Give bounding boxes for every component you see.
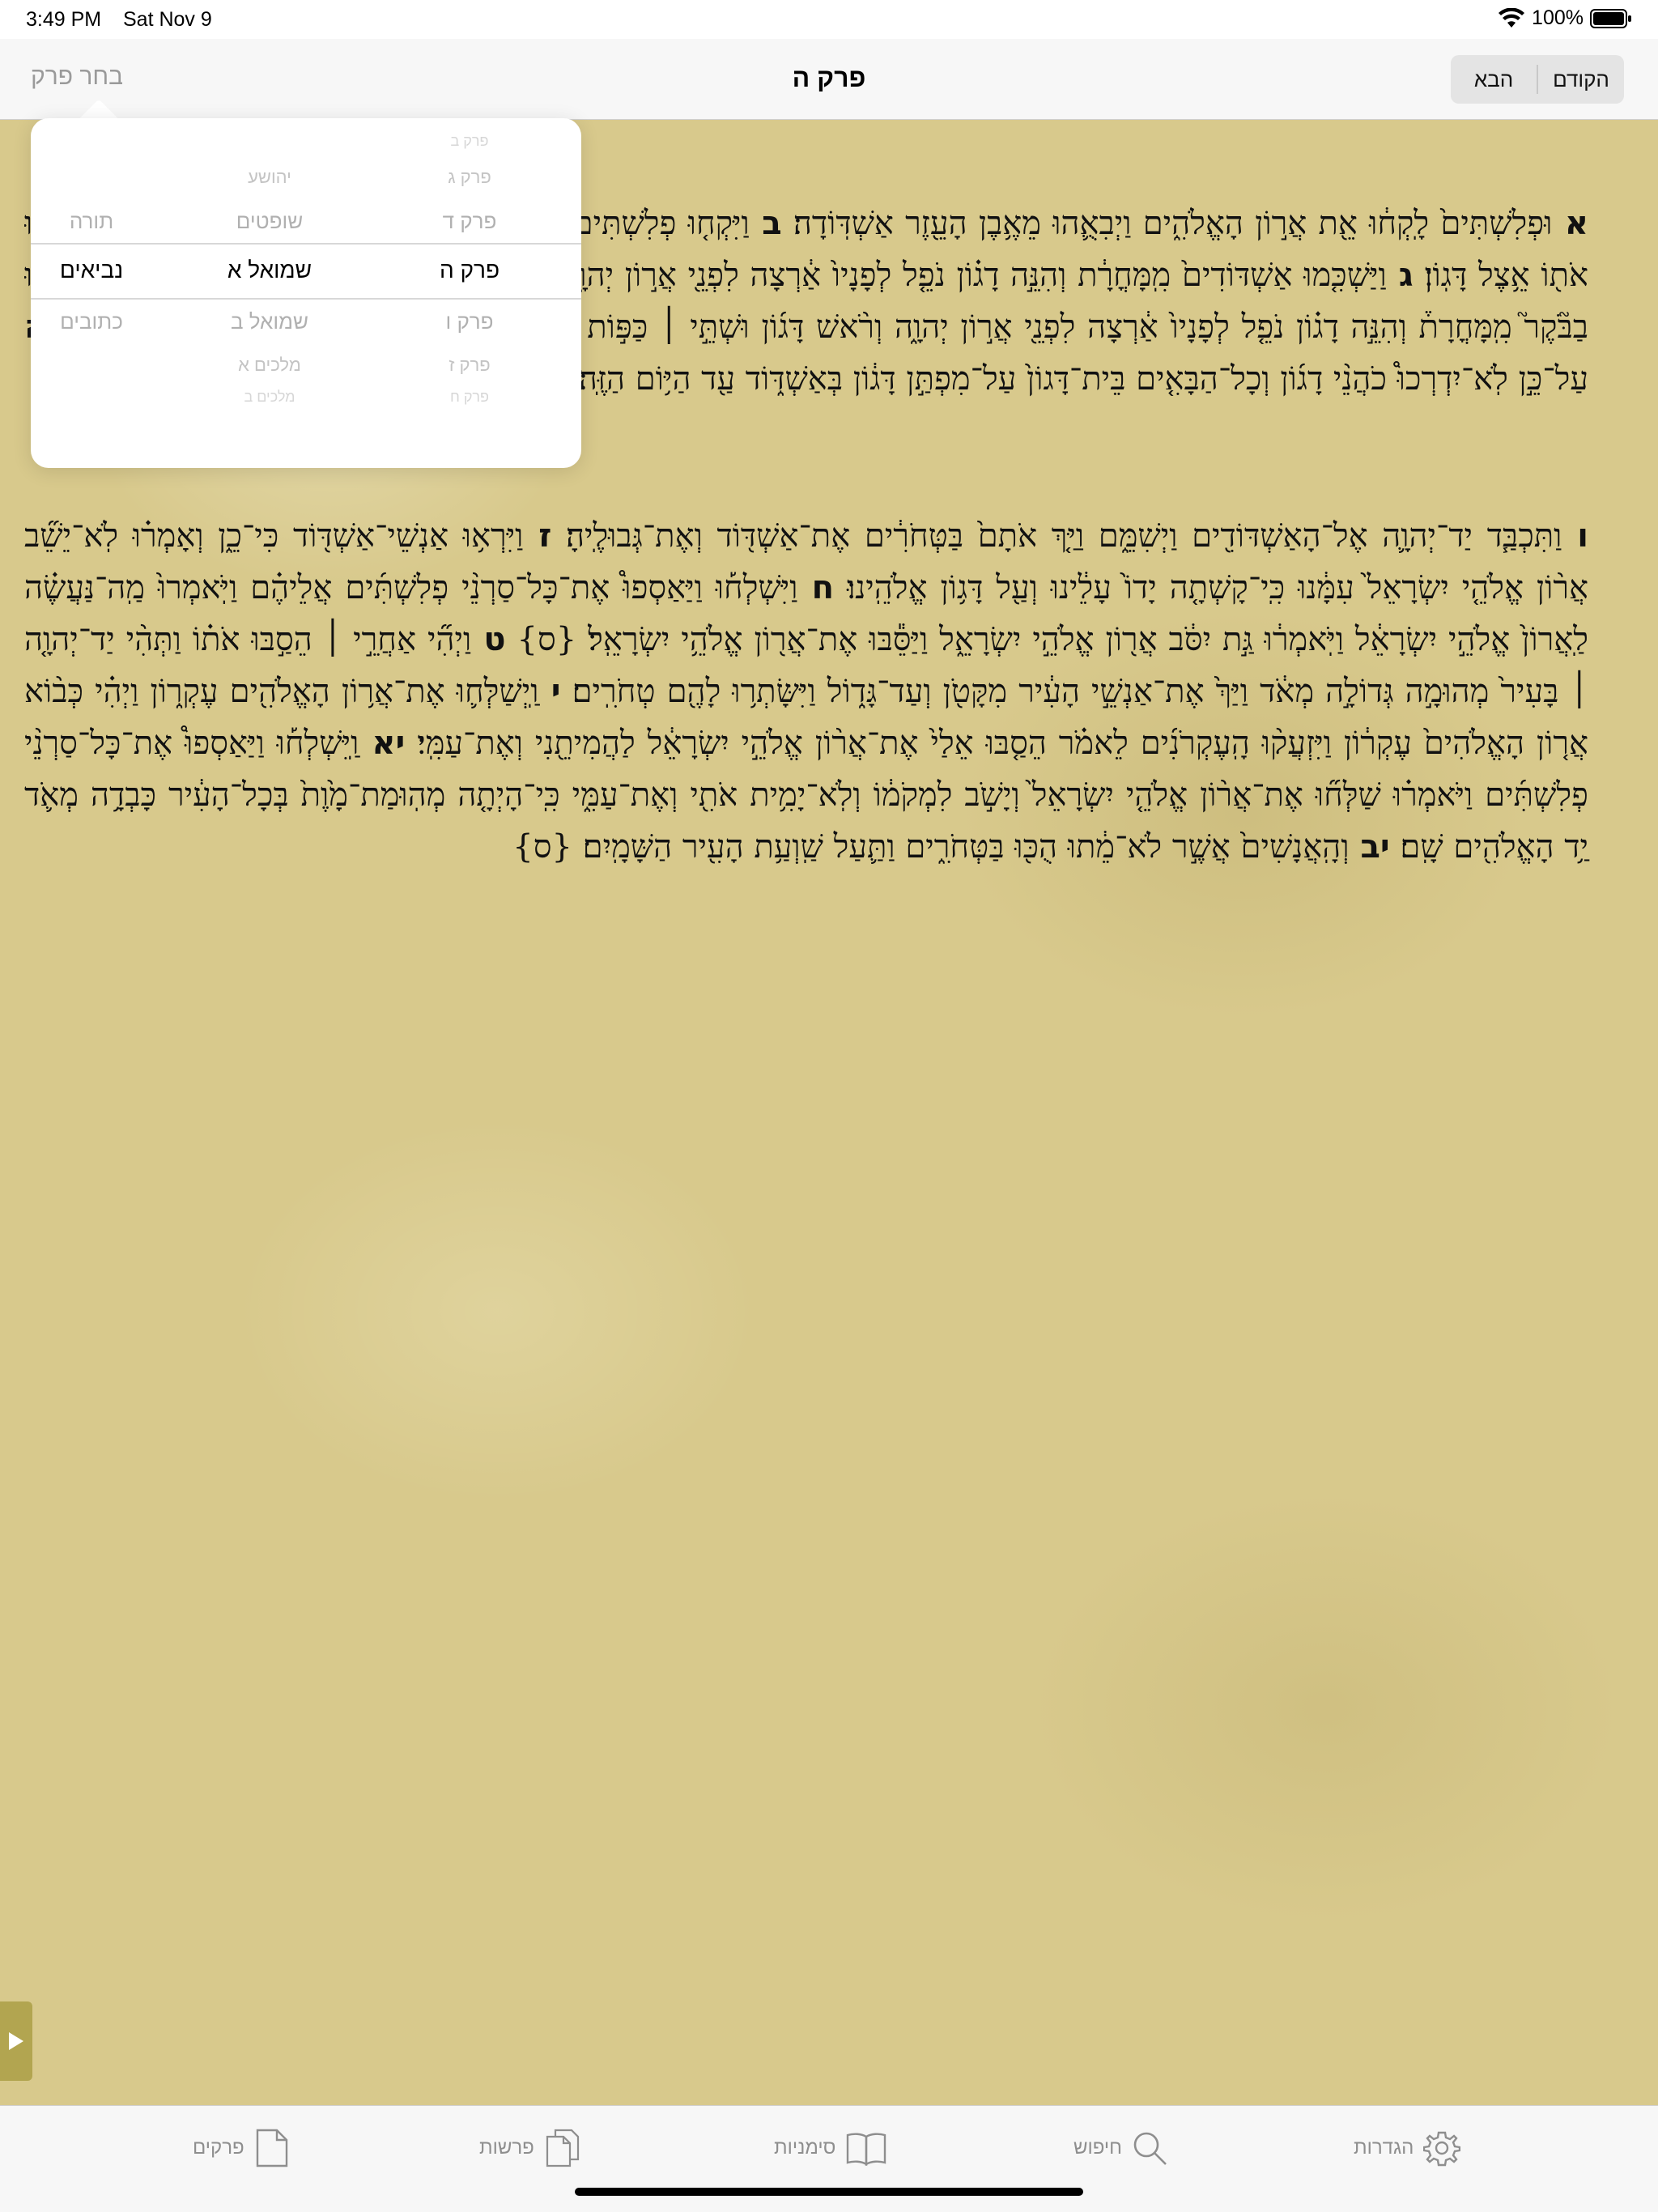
tab-chapters-label: פרקים — [193, 2137, 244, 2159]
document-icon — [256, 2129, 287, 2167]
picker-book-row[interactable]: מלכים ב — [185, 389, 355, 406]
verse-number: יב — [1349, 828, 1390, 866]
play-icon — [9, 2032, 23, 2050]
verse-number: י — [538, 673, 561, 710]
picker-section-row[interactable]: כתובים — [31, 309, 152, 334]
picker-section-row[interactable]: תורה — [31, 209, 152, 234]
picker-book-row[interactable]: מלכים א — [185, 355, 355, 376]
verse-text[interactable]: עַל־כֵּ֣ן לֹֽא־יִדְרְכוּ֩ כֹהֲנֵ֨י דָג֜ו… — [579, 360, 1588, 398]
verse-number: יא — [359, 725, 406, 762]
tab-settings[interactable]: הגדרות — [1354, 2124, 1461, 2172]
verse-number: ז — [523, 517, 552, 555]
verse-paragraph-2: ו וַתִּכְבַּ֧ד יַד־יְהוָ֛ה אֶל־הָאַשְׁדּ… — [24, 510, 1588, 873]
tab-bookmarks-label: סימניות — [774, 2137, 836, 2159]
book-icon — [847, 2133, 886, 2167]
picker-column-chapters[interactable]: פרק ב פרק ג פרק ד פרק ה פרק ו פרק ז פרק … — [389, 118, 551, 468]
tab-search-label: חיפוש — [1073, 2137, 1122, 2159]
tab-search[interactable]: חיפוש — [1073, 2124, 1169, 2172]
picker-chapter-row[interactable]: פרק ח — [389, 389, 551, 406]
status-date: Sat Nov 9 — [123, 8, 212, 31]
tab-portions-label: פרשות — [479, 2137, 534, 2159]
picker-book-row[interactable]: יהושע — [185, 167, 355, 188]
tab-bookmarks[interactable]: סימניות — [774, 2124, 887, 2172]
picker-column-books[interactable]: יהושע שופטים שמואל א שמואל ב מלכים א מלכ… — [185, 118, 355, 468]
verse-number: ב — [749, 205, 782, 242]
verse-number: ט — [471, 621, 506, 658]
tab-settings-label: הגדרות — [1354, 2137, 1414, 2159]
nav-bar: בחר פרק פרק ה הבא הקודם — [0, 39, 1658, 120]
status-right: 100% — [1498, 6, 1632, 30]
page-title: פרק ה — [792, 63, 866, 92]
status-time: 3:49 PM — [26, 8, 102, 31]
battery-percent: 100% — [1532, 6, 1584, 29]
picker-column-sections[interactable]: תורה נביאים כתובים — [31, 118, 152, 468]
battery-icon — [1590, 8, 1631, 28]
documents-icon — [546, 2129, 579, 2167]
picker-book-selected[interactable]: שמואל א — [185, 257, 355, 283]
verse-number: ו — [1562, 517, 1588, 555]
previous-button[interactable]: הקודם — [1538, 55, 1624, 104]
picker-chapter-row[interactable]: פרק ב — [389, 133, 551, 150]
wifi-icon — [1499, 7, 1525, 28]
verse-number: ג — [1386, 257, 1414, 294]
picker-book-row[interactable]: שופטים — [185, 209, 355, 234]
picker-chapter-row[interactable]: פרק ד — [389, 209, 551, 234]
verse-number: א — [1552, 205, 1588, 242]
picker-chapter-selected[interactable]: פרק ה — [389, 257, 551, 283]
tab-portions[interactable]: פרשות — [479, 2124, 581, 2172]
side-drawer-handle[interactable] — [0, 2001, 32, 2081]
tab-chapters[interactable]: פרקים — [193, 2124, 291, 2172]
picker-section-selected[interactable]: נביאים — [31, 257, 152, 283]
picker-chapter-row[interactable]: פרק ו — [389, 309, 551, 334]
verse-number: ח — [797, 569, 835, 606]
search-icon — [1133, 2132, 1167, 2165]
verse-text[interactable]: וְהָֽאֲנָשִׁים֙ אֲשֶׁ֣ר לֹא־מֵ֔תוּ הֻכּ֖… — [512, 828, 1349, 866]
next-button[interactable]: הבא — [1451, 55, 1537, 104]
chapter-nav-segmented-control: הבא הקודם — [1451, 55, 1624, 104]
picker-chapter-row[interactable]: פרק ג — [389, 167, 551, 188]
chapter-picker-popover[interactable]: פרק ב פרק ג פרק ד פרק ה פרק ו פרק ז פרק … — [31, 118, 581, 468]
verse-text[interactable]: וּפְלִשְׁתִּים֙ לָֽקְח֔וּ אֵ֖ת אֲר֣וֹן ה… — [782, 205, 1553, 242]
status-bar: 3:49 PM Sat Nov 9 100% — [0, 0, 1658, 39]
home-indicator — [575, 2188, 1083, 2196]
picker-book-row[interactable]: שמואל ב — [185, 309, 355, 334]
verse-text[interactable]: וַתִּכְבַּ֧ד יַד־יְהוָ֛ה אֶל־הָאַשְׁדּוֹ… — [551, 517, 1562, 555]
gear-icon — [1423, 2131, 1461, 2167]
picker-chapter-row[interactable]: פרק ז — [389, 355, 551, 376]
tab-bar: הגדרות חיפוש סימניות פרשות פרקים — [0, 2105, 1658, 2212]
